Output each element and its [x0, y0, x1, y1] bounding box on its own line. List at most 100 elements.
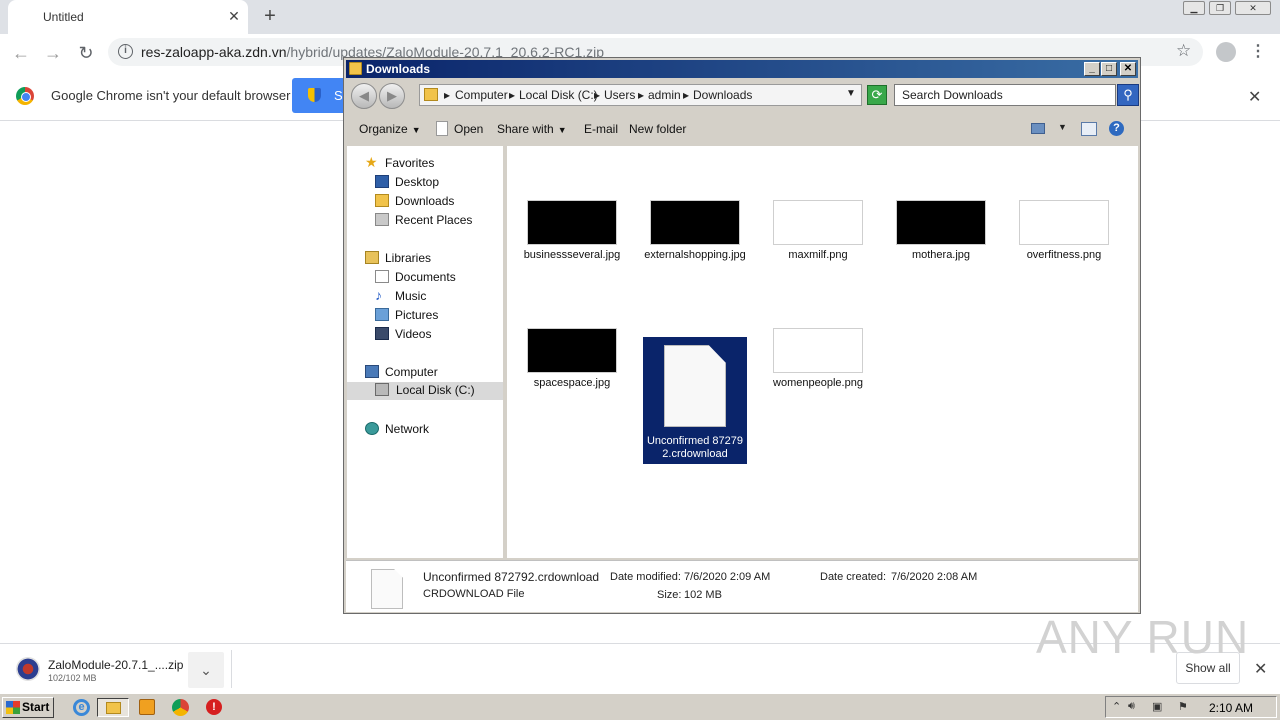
chevron-down-icon[interactable]: ▼ — [1058, 122, 1067, 132]
file-item-overfitness[interactable]: overfitness.png — [1012, 188, 1116, 314]
file-item-spacespace[interactable]: spacespace.jpg — [520, 316, 624, 442]
network-tray-icon[interactable]: ▣ — [1152, 700, 1162, 713]
file-item-mothera[interactable]: mothera.jpg — [889, 188, 993, 314]
network-icon — [365, 422, 379, 435]
breadcrumb-separator[interactable]: ▸ — [509, 88, 515, 102]
search-input[interactable]: Search Downloads — [894, 84, 1116, 106]
reload-icon[interactable]: ↻ — [73, 40, 99, 66]
nav-item-local-disk[interactable]: Local Disk (C:) — [347, 382, 503, 400]
taskbar-media-player[interactable] — [136, 698, 158, 717]
chrome-menu-icon[interactable]: ⋮ — [1250, 42, 1266, 62]
window-titlebar[interactable]: Downloads _ □ ✕ — [346, 60, 1138, 78]
back-icon[interactable]: ← — [8, 40, 34, 66]
computer-icon — [365, 365, 379, 378]
nav-item-music[interactable]: ♪ Music — [375, 288, 495, 306]
close-icon[interactable]: ✕ — [1120, 62, 1136, 76]
image-thumbnail — [650, 200, 740, 245]
breadcrumb-separator[interactable]: ▸ — [594, 88, 600, 102]
close-window-icon[interactable]: ✕ — [1235, 1, 1271, 15]
image-thumbnail — [1019, 200, 1109, 245]
breadcrumb-separator[interactable]: ▸ — [683, 88, 689, 102]
chevron-down-icon[interactable]: ⌄ — [188, 652, 224, 688]
tray-expand-icon[interactable]: ⌃ — [1112, 700, 1121, 713]
chrome-logo-icon — [16, 87, 34, 105]
star-icon: ★ — [365, 154, 378, 170]
forward-icon[interactable]: → — [40, 40, 66, 66]
nav-item-desktop[interactable]: Desktop — [375, 174, 495, 192]
share-with-menu[interactable]: Share with ▼ — [497, 122, 567, 136]
image-thumbnail — [527, 328, 617, 373]
navigation-pane: ★ Favorites Desktop Downloads Recent Pla… — [347, 146, 503, 558]
breadcrumb[interactable]: ▸ Computer ▸ Local Disk (C:) ▸ Users ▸ a… — [419, 84, 862, 106]
tab-close-icon[interactable]: ✕ — [226, 8, 242, 24]
chevron-down-icon[interactable]: ▼ — [846, 88, 856, 99]
volume-icon[interactable]: 🔊︎ — [1128, 700, 1135, 713]
nav-item-documents[interactable]: Documents — [375, 269, 495, 287]
chrome-icon — [172, 699, 189, 716]
nav-item-recent-places[interactable]: Recent Places — [375, 212, 495, 230]
detail-size-label: Size: — [657, 589, 682, 601]
desktop-icon — [375, 175, 389, 188]
search-icon[interactable]: ⚲ — [1117, 84, 1139, 106]
profile-avatar-icon[interactable] — [1216, 42, 1236, 62]
set-default-label: S — [334, 88, 343, 103]
nav-item-videos[interactable]: Videos — [375, 326, 495, 344]
maximize-icon[interactable]: □ — [1101, 62, 1117, 76]
help-icon[interactable]: ? — [1109, 121, 1124, 136]
taskbar-windows-explorer[interactable] — [97, 698, 129, 717]
file-item-externalshopping[interactable]: externalshopping.jpg — [643, 188, 747, 314]
folder-icon — [106, 702, 121, 714]
image-thumbnail — [773, 328, 863, 373]
action-center-flag-icon[interactable]: ⚑ — [1178, 700, 1188, 713]
minimize-icon[interactable]: ▁ — [1183, 1, 1205, 15]
nav-item-downloads[interactable]: Downloads — [375, 193, 495, 211]
downloads-folder-icon — [375, 194, 389, 207]
preview-pane-icon[interactable] — [1081, 122, 1097, 136]
breadcrumb-separator[interactable]: ▸ — [638, 88, 644, 102]
back-icon[interactable]: ◀ — [351, 83, 377, 109]
new-tab-icon[interactable]: + — [259, 5, 281, 27]
open-button[interactable]: Open — [454, 122, 483, 136]
clock[interactable]: 2:10 AM — [1209, 701, 1253, 715]
uac-shield-icon — [308, 88, 321, 102]
infobar-close-icon[interactable]: ✕ — [1248, 87, 1261, 107]
new-folder-button[interactable]: New folder — [629, 122, 686, 136]
restore-icon[interactable]: ❐ — [1209, 1, 1231, 15]
document-icon — [436, 121, 448, 136]
refresh-icon[interactable]: ⟳ — [867, 85, 887, 105]
breadcrumb-users[interactable]: Users — [604, 88, 635, 102]
breadcrumb-downloads[interactable]: Downloads — [693, 88, 752, 102]
file-item-businessseveral[interactable]: businessseveral.jpg — [520, 188, 624, 314]
nav-item-pictures[interactable]: Pictures — [375, 307, 495, 325]
forward-icon[interactable]: ▶ — [379, 83, 405, 109]
nav-item-libraries[interactable]: Libraries — [365, 250, 495, 268]
organize-menu[interactable]: Organize ▼ — [359, 122, 421, 136]
minimize-icon[interactable]: _ — [1084, 62, 1100, 76]
change-view-icon[interactable] — [1031, 123, 1045, 134]
info-icon[interactable]: i — [118, 44, 133, 59]
start-label: Start — [22, 700, 50, 714]
taskbar-chrome[interactable] — [169, 698, 191, 717]
detail-file-type: CRDOWNLOAD File — [423, 588, 525, 600]
nav-item-network[interactable]: Network — [365, 421, 495, 439]
breadcrumb-computer[interactable]: Computer — [455, 88, 508, 102]
videos-icon — [375, 327, 389, 340]
system-tray: ⌃ 🔊︎ ▣ ⚑ 2:10 AM — [1105, 696, 1277, 718]
breadcrumb-local-disk[interactable]: Local Disk (C:) — [519, 88, 598, 102]
file-item-womenpeople[interactable]: womenpeople.png — [766, 316, 870, 442]
taskbar-internet-explorer[interactable]: e — [70, 698, 92, 717]
shelf-close-icon[interactable]: ✕ — [1254, 659, 1267, 679]
breadcrumb-separator[interactable]: ▸ — [444, 88, 450, 102]
detail-modified-value: 7/6/2020 2:09 AM — [684, 571, 771, 583]
nav-item-computer[interactable]: Computer — [365, 364, 495, 382]
breadcrumb-admin[interactable]: admin — [648, 88, 681, 102]
start-button[interactable]: Start — [2, 697, 54, 718]
file-item-maxmilf[interactable]: maxmilf.png — [766, 188, 870, 314]
taskbar-antivirus[interactable]: ! — [203, 698, 225, 717]
email-button[interactable]: E-mail — [584, 122, 618, 136]
bookmark-star-icon[interactable]: ☆ — [1176, 41, 1191, 61]
file-item-unconfirmed-crdownload[interactable]: Unconfirmed 872792.crdownload — [643, 337, 747, 464]
browser-tab[interactable]: Untitled ✕ — [8, 0, 248, 34]
nav-item-favorites[interactable]: ★ Favorites — [365, 155, 495, 173]
file-list: businessseveral.jpg externalshopping.jpg… — [507, 146, 1138, 558]
